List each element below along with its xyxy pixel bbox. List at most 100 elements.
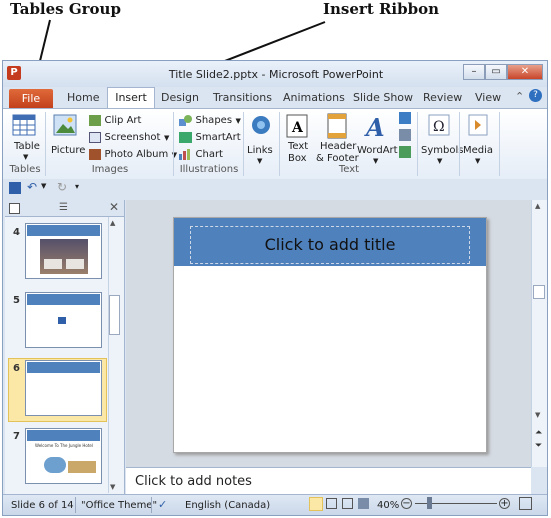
tab-animations[interactable]: Animations [283, 91, 345, 104]
media-button[interactable]: Media ▼ [463, 113, 497, 165]
fit-to-window-icon[interactable] [519, 497, 532, 510]
table-icon [12, 114, 36, 136]
tab-transitions[interactable]: Transitions [213, 91, 272, 104]
next-slide-icon[interactable]: ⏷ [535, 442, 542, 451]
tab-design[interactable]: Design [161, 91, 199, 104]
zoom-level[interactable]: 40% [377, 500, 399, 511]
chart-button[interactable]: Chart [179, 147, 223, 160]
language-indicator[interactable]: English (Canada) [185, 500, 270, 511]
links-button[interactable]: Links ▼ [247, 113, 277, 165]
media-dropdown-icon: ▼ [475, 157, 481, 165]
slide-sorter-view-icon[interactable] [326, 498, 337, 509]
redo-icon[interactable]: ↻ [57, 180, 67, 194]
slideshow-view-icon[interactable] [358, 498, 369, 509]
smartart-label: SmartArt [195, 132, 241, 143]
slide-thumbnail-7[interactable]: Welcome To The Jungle Hotel [25, 428, 102, 484]
separator [459, 112, 460, 176]
screenshot-icon [89, 131, 101, 143]
globe-image [44, 457, 66, 473]
table-label: Table [14, 141, 40, 152]
close-button[interactable]: ✕ [507, 64, 543, 80]
smartart-button[interactable]: SmartArt [179, 130, 241, 143]
slides-tab-icon[interactable] [9, 203, 20, 214]
shapes-icon [179, 114, 192, 126]
images-group-label: Images [91, 164, 129, 175]
undo-icon[interactable]: ↶ [27, 180, 37, 194]
headerfooter-button[interactable]: Header & Footer [316, 113, 360, 164]
smartart-icon [179, 131, 192, 143]
photoalbum-button[interactable]: Photo Album ▼ [89, 147, 177, 160]
clipart-icon [89, 114, 101, 126]
landscape-image [68, 461, 96, 473]
svg-text:A: A [291, 120, 304, 136]
tab-review[interactable]: Review [423, 91, 462, 104]
scroll-down-icon[interactable]: ▼ [110, 483, 115, 491]
slide-number-icon[interactable] [399, 129, 411, 141]
close-pane-icon[interactable]: ✕ [109, 200, 119, 214]
scroll-thumb[interactable] [109, 295, 120, 335]
screenshot-button[interactable]: Screenshot ▼ [89, 130, 169, 143]
headerfooter-label-2: & Footer [316, 153, 359, 164]
editor-scrollbar[interactable] [531, 200, 547, 467]
shapes-button[interactable]: Shapes ▼ [179, 113, 241, 126]
help-icon[interactable]: ? [529, 89, 542, 102]
slide-thumbnail-4[interactable] [25, 223, 102, 279]
textbox-label-1: Text [288, 141, 309, 152]
spellcheck-icon[interactable]: ✓ [158, 498, 167, 511]
separator [243, 112, 244, 176]
picture-button[interactable]: Picture [51, 113, 85, 156]
slide-canvas[interactable]: Click to add title [173, 217, 487, 453]
customize-qat-icon[interactable]: ▾ [75, 182, 79, 191]
slides-pane-scrollbar[interactable] [108, 217, 123, 493]
symbols-label: Symbols [421, 145, 464, 156]
text-group-label: Text [338, 164, 360, 175]
ribbon-collapse-icon[interactable]: ⌃ [515, 90, 524, 103]
tab-file[interactable]: File [9, 89, 53, 108]
tab-home[interactable]: Home [67, 91, 99, 104]
separator [279, 112, 280, 176]
tab-insert[interactable]: Insert [107, 87, 155, 109]
notes-placeholder[interactable]: Click to add notes [135, 474, 252, 489]
zoom-slider-thumb[interactable] [427, 497, 432, 509]
illustrations-group-label: Illustrations [179, 164, 239, 175]
symbols-button[interactable]: Ω Symbols ▼ [421, 113, 463, 165]
tab-slideshow[interactable]: Slide Show [353, 91, 413, 104]
slide-thumbnail-6[interactable] [25, 360, 102, 416]
editor-scroll-down-icon[interactable]: ▼ [535, 411, 540, 419]
save-icon[interactable] [9, 182, 21, 194]
zoom-in-icon[interactable]: + [499, 498, 510, 509]
reading-view-icon[interactable] [342, 498, 353, 509]
wordart-label: WordArt [357, 145, 398, 156]
slide-thumbnail-5[interactable] [25, 292, 102, 348]
undo-dropdown-icon[interactable]: ▼ [41, 182, 46, 190]
photoalbum-icon [89, 148, 101, 160]
previous-slide-icon[interactable]: ⏶ [535, 429, 542, 438]
textbox-icon: A [286, 114, 308, 138]
thumb-number: 6 [13, 363, 20, 374]
wordart-button[interactable]: A WordArt ▼ [357, 113, 398, 165]
date-time-icon[interactable] [399, 112, 411, 124]
editor-scroll-up-icon[interactable]: ▲ [535, 202, 540, 210]
object-icon[interactable] [399, 146, 411, 158]
theme-name[interactable]: "Office Theme" [81, 500, 157, 511]
clipart-button[interactable]: Clip Art [89, 113, 141, 126]
minimize-button[interactable]: – [463, 64, 485, 80]
quick-access-toolbar [3, 179, 547, 199]
textbox-button[interactable]: A Text Box [283, 113, 313, 164]
headerfooter-icon [327, 113, 347, 139]
symbols-dropdown-icon: ▼ [437, 157, 443, 165]
restore-button[interactable]: ▭ [485, 64, 507, 80]
normal-view-icon[interactable] [309, 497, 323, 511]
scroll-up-icon[interactable]: ▲ [110, 219, 115, 227]
outline-tab-icon[interactable]: ☰ [59, 202, 68, 213]
svg-text:Ω: Ω [433, 119, 445, 135]
separator [151, 497, 152, 513]
chart-icon [179, 148, 192, 160]
headerfooter-label-1: Header [320, 141, 357, 152]
zoom-out-icon[interactable]: − [401, 498, 412, 509]
hotel-room-image [40, 239, 88, 274]
editor-scroll-thumb[interactable] [533, 285, 545, 299]
table-button[interactable]: Table ▼ [9, 113, 40, 161]
title-placeholder[interactable]: Click to add title [190, 226, 470, 264]
tab-view[interactable]: View [475, 91, 501, 104]
